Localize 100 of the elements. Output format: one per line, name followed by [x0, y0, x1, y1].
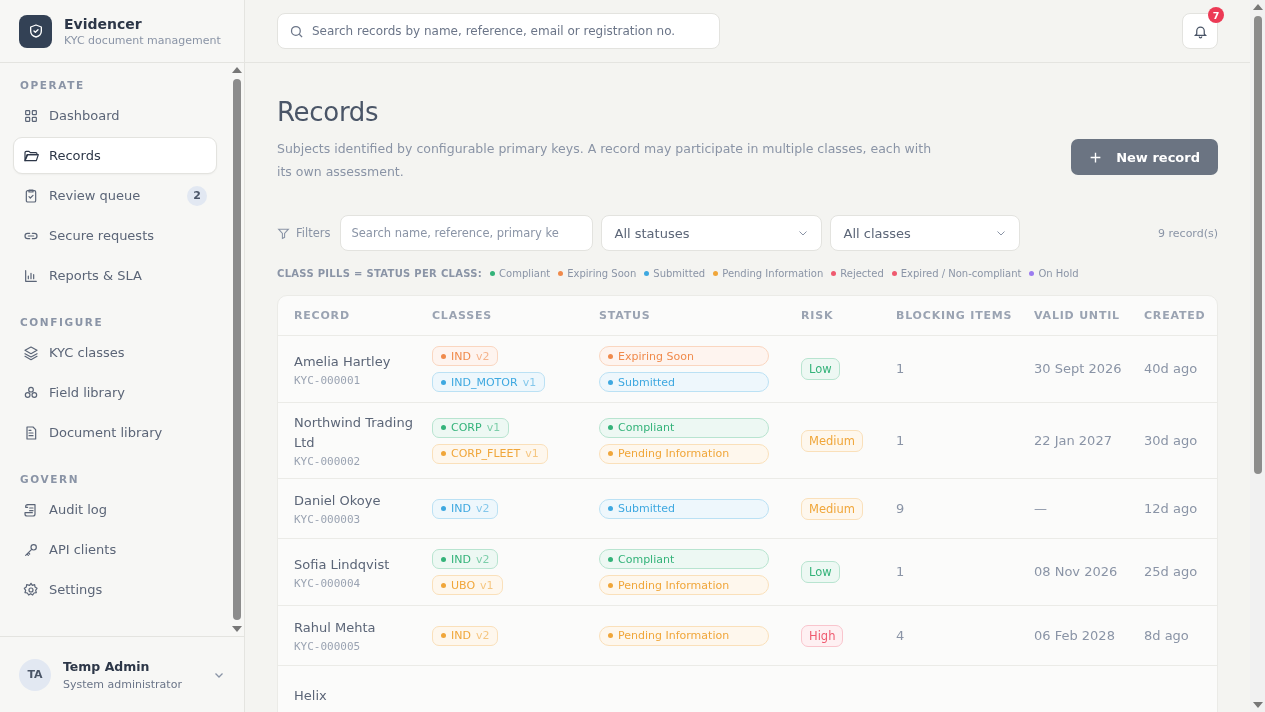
notification-count: 7	[1208, 7, 1224, 23]
table-cell-text: 8d ago	[1144, 626, 1190, 645]
nav-item[interactable]: Field library	[13, 374, 217, 411]
nav-item[interactable]: Audit log	[13, 491, 217, 528]
clipboard-check-icon	[23, 187, 39, 204]
status-tag: Pending Information	[599, 575, 769, 595]
user-name: Temp Admin	[63, 658, 151, 674]
plus-icon	[1089, 150, 1103, 164]
column-header: VALID UNTIL	[1034, 309, 1121, 322]
record-name: Daniel Okoye	[294, 492, 382, 510]
status-tag: Compliant	[599, 549, 769, 569]
table-cell-text: 40d ago	[1144, 360, 1199, 378]
count-badge: 2	[187, 185, 207, 206]
status-tag: Compliant	[599, 417, 769, 438]
search-field[interactable]: Search records by name, reference, email or registration no.	[277, 13, 720, 49]
legend-label: On Hold	[1038, 268, 1079, 279]
class-tag: IND v2	[432, 346, 499, 366]
nav-item[interactable]: Dashboard	[13, 97, 217, 134]
record-name: Rahul Mehta	[294, 619, 377, 637]
legend-label: Compliant	[499, 268, 551, 279]
document-icon	[23, 424, 39, 441]
risk-tag: High	[801, 624, 844, 647]
record-reference: KYC-000004	[294, 576, 362, 590]
user-role: System administrator	[63, 677, 183, 691]
record-name: Northwind Trading Ltd	[294, 414, 414, 452]
status-tag: Pending Information	[599, 625, 769, 646]
table-cell-text: 9	[896, 499, 906, 518]
nav-item[interactable]: API clients	[13, 531, 217, 568]
legend-label: Rejected	[840, 268, 884, 279]
risk-tag: Low	[801, 358, 840, 380]
nav-item[interactable]: Records	[13, 137, 217, 174]
class-tag: UBO v1	[432, 575, 503, 595]
column-header: STATUS	[599, 309, 652, 322]
record-name: Helix	[294, 686, 328, 705]
legend-label: Expiring Soon	[567, 268, 637, 279]
record-reference: KYC-000003	[294, 513, 362, 526]
table-cell-text: 08 Nov 2026	[1034, 563, 1119, 581]
status-tag: Expiring Soon	[599, 346, 769, 366]
nav-item[interactable]: Reports & SLA	[13, 257, 217, 294]
grid-icon	[23, 107, 39, 124]
filter-icon	[277, 226, 290, 240]
app-name: Evidencer	[64, 15, 143, 32]
class-tag: CORP_FLEET v1	[432, 443, 548, 464]
column-header: RECORD	[294, 309, 351, 322]
record-name: Amelia Hartley	[294, 352, 392, 371]
table-cell-text: 25d ago	[1144, 563, 1199, 581]
status-tag: Pending Information	[599, 443, 769, 464]
table-cell-text: 1	[896, 563, 906, 581]
record-reference: KYC-000001	[294, 373, 362, 387]
table-cell-text: —	[1034, 499, 1048, 518]
settings-icon	[23, 581, 39, 598]
nav-item[interactable]: Review queue 2	[13, 177, 217, 214]
table-cell-text: 30 Sept 2026	[1034, 360, 1123, 378]
filter-search-field[interactable]: Search name, reference, primary ke	[340, 215, 594, 251]
app-tagline: KYC document management	[64, 33, 221, 47]
risk-tag: Low	[801, 561, 840, 583]
table-cell-text: 12d ago	[1144, 499, 1199, 518]
nav-item[interactable]: Settings	[13, 571, 217, 608]
record-reference: KYC-000002	[294, 455, 362, 468]
status-dropdown[interactable]: All statuses	[601, 215, 823, 251]
table-cell-text: 06 Feb 2028	[1034, 626, 1116, 645]
nav-item[interactable]: Secure requests	[13, 217, 217, 254]
column-header: CLASSES	[432, 309, 493, 322]
class-tag: IND v2	[432, 498, 499, 519]
nav-item[interactable]: KYC classes	[13, 334, 217, 371]
column-header: BLOCKING ITEMS	[896, 309, 1014, 322]
shield-logo-icon	[19, 14, 52, 48]
record-name: Sofia Lindqvist	[294, 555, 391, 574]
key-icon	[23, 541, 39, 558]
class-dropdown[interactable]: All classes	[830, 215, 1021, 251]
bell-icon	[1192, 23, 1208, 39]
table-cell-text: 4	[896, 626, 906, 645]
table-cell-text: 30d ago	[1144, 431, 1199, 450]
section-heading: GOVERN	[19, 472, 81, 487]
column-header: RISK	[801, 309, 835, 322]
class-tag: IND_MOTOR v1	[432, 372, 546, 392]
table-cell-text: 22 Jan 2027	[1034, 431, 1113, 450]
table-cell-text: 1	[896, 360, 906, 378]
legend-label: Submitted	[653, 268, 706, 279]
record-reference: KYC-000005	[294, 640, 362, 653]
new-record-button[interactable]: New record	[1071, 139, 1218, 175]
class-tag: IND v2	[432, 549, 499, 569]
section-heading: CONFIGURE	[19, 315, 105, 330]
risk-tag: Medium	[801, 429, 863, 452]
scroll-icon	[23, 501, 39, 518]
bar-chart-icon	[23, 267, 39, 284]
legend-label: Expired / Non-compliant	[900, 268, 1022, 279]
filters-label: Filters	[296, 226, 331, 240]
user-avatar: TA	[19, 658, 51, 691]
class-tag: IND v2	[432, 625, 499, 646]
layers-icon	[23, 344, 39, 361]
record-count: 9 record(s)	[1158, 226, 1218, 240]
status-tag: Submitted	[599, 372, 769, 392]
nav-item[interactable]: Document library	[13, 414, 217, 451]
column-header: CREATED	[1144, 309, 1207, 322]
legend-title: CLASS PILLS = STATUS PER CLASS:	[277, 268, 483, 279]
circles-icon	[23, 384, 39, 401]
page-description: Subjects identified by configurable primary keys. A record may participate in multiple classes, each with its own assessment.	[277, 140, 933, 181]
notifications-button[interactable]	[1182, 13, 1218, 49]
legend-label: Pending Information	[722, 268, 824, 279]
